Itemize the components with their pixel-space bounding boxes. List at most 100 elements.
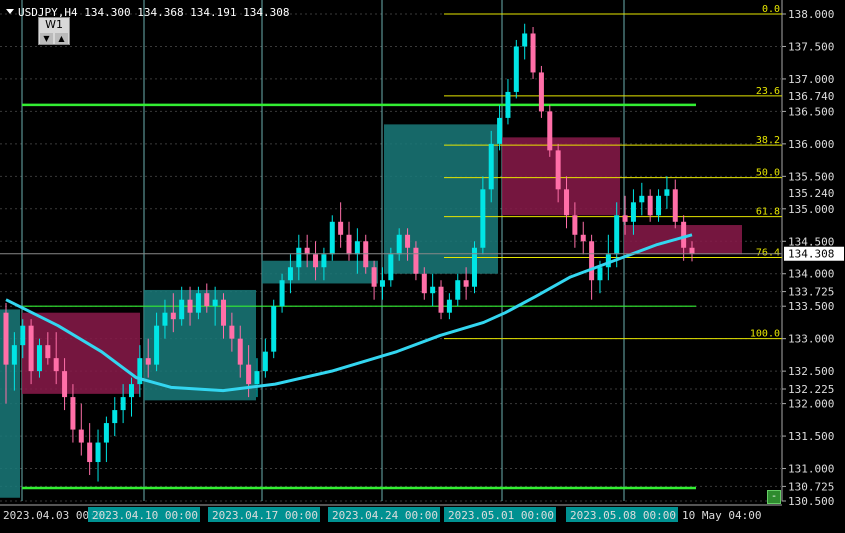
- price-tick-label: 131.000: [788, 463, 834, 476]
- candle-body: [614, 215, 620, 255]
- candle-body: [413, 247, 419, 274]
- candle-body: [204, 293, 210, 307]
- zone-rectangle: [262, 260, 378, 284]
- candle-body: [221, 299, 227, 326]
- zone-rectangle: [0, 309, 20, 498]
- price-tick-label: 134.500: [788, 235, 834, 248]
- candle-body: [262, 351, 268, 372]
- candle-body: [672, 189, 678, 222]
- fib-level-label: 76.4: [756, 248, 780, 259]
- candle-body: [212, 299, 218, 307]
- fib-level-label: 61.8: [756, 207, 780, 218]
- price-tick-label: 135.000: [788, 203, 834, 216]
- candle-body: [179, 299, 185, 320]
- candle-body: [170, 312, 176, 320]
- arrow-up-icon[interactable]: ▲: [55, 33, 68, 44]
- candle-body: [187, 299, 193, 313]
- candle-body: [120, 397, 126, 411]
- candle-body: [446, 299, 452, 313]
- price-tick-label: 136.000: [788, 138, 834, 151]
- candle-body: [279, 280, 285, 307]
- candle-body: [622, 215, 628, 222]
- candle-body: [246, 364, 252, 385]
- candle-body: [53, 358, 59, 372]
- candle-body: [36, 345, 42, 372]
- fib-level-label: 23.6: [756, 86, 780, 97]
- candle-body: [681, 221, 687, 248]
- candle-body: [689, 247, 695, 254]
- price-tick-label: 133.725: [788, 286, 834, 299]
- fib-level-label: 100.0: [750, 329, 780, 340]
- candle-body: [639, 195, 645, 203]
- candle-body: [112, 410, 118, 424]
- candle-body: [497, 117, 503, 144]
- price-tick-label: 135.500: [788, 170, 834, 183]
- candle-body: [145, 358, 151, 365]
- price-tick-label: 132.500: [788, 365, 834, 378]
- fib-level-label: 50.0: [756, 168, 780, 179]
- candle-body: [28, 325, 34, 372]
- price-tick-label: 137.500: [788, 40, 834, 53]
- candle-body: [62, 371, 68, 398]
- candle-body: [656, 195, 662, 216]
- time-tick-label: 2023.04.10 00:00: [92, 509, 198, 522]
- candle-body: [254, 371, 260, 385]
- price-tick-label: 132.225: [788, 383, 834, 396]
- candle-body: [11, 345, 17, 365]
- candle-body: [321, 254, 327, 268]
- candle-body: [363, 241, 369, 268]
- candle-body: [287, 267, 293, 281]
- candle-body: [421, 273, 427, 294]
- candle-body: [647, 195, 653, 216]
- candle-body: [430, 286, 436, 294]
- candle-body: [3, 312, 9, 365]
- candle-body: [154, 325, 160, 365]
- candle-body: [547, 111, 553, 151]
- timeframe-label: W1: [45, 18, 63, 31]
- candle-body: [505, 91, 511, 118]
- candle-body: [572, 215, 578, 235]
- price-tick-label: 134.000: [788, 268, 834, 281]
- candle-body: [103, 423, 109, 443]
- candle-body: [564, 189, 570, 216]
- candle-body: [463, 280, 469, 287]
- candle-body: [538, 72, 544, 112]
- candle-body: [405, 234, 411, 248]
- candle-body: [664, 189, 670, 196]
- candle-body: [329, 221, 335, 255]
- candle-body: [95, 442, 101, 463]
- time-tick-label: 2023.04.24 00:00: [332, 509, 438, 522]
- candle-body: [338, 221, 344, 235]
- current-price-label: 134.308: [788, 248, 834, 261]
- arrow-down-icon[interactable]: ▼: [40, 33, 53, 44]
- price-tick-label: 131.500: [788, 430, 834, 443]
- candle-body: [630, 202, 636, 222]
- price-marker-label: 135.240: [788, 187, 834, 200]
- time-tick-label: 2023.05.01 00:00: [448, 509, 554, 522]
- price-tick-label: 133.500: [788, 300, 834, 313]
- candle-body: [480, 189, 486, 248]
- candle-body: [455, 280, 461, 300]
- candle-body: [162, 312, 168, 326]
- candle-body: [271, 306, 277, 352]
- candle-body: [354, 241, 360, 255]
- candle-body: [346, 234, 352, 255]
- chart: 0.0 23.6 38.2 50.0 61.8 76.4 100.0 USDJPY,H4 13…: [0, 0, 845, 529]
- minimize-button[interactable]: -: [767, 490, 781, 504]
- timeframe-button[interactable]: W1 ▼ ▲: [38, 17, 70, 45]
- candle-body: [237, 338, 243, 365]
- candle-body: [580, 234, 586, 242]
- candle-body: [438, 286, 444, 313]
- candle-body: [522, 33, 528, 47]
- price-tick-label: 137.000: [788, 73, 834, 86]
- candle-body: [70, 397, 76, 430]
- candle-body: [128, 384, 134, 398]
- price-tick-label: 133.000: [788, 333, 834, 346]
- time-tick-label: 2023.04.17 00:00: [212, 509, 318, 522]
- price-tick-label: 130.500: [788, 495, 834, 508]
- candle-body: [396, 234, 402, 255]
- candle-body: [530, 33, 536, 73]
- candle-body: [87, 442, 93, 463]
- candle-body: [379, 280, 385, 287]
- price-tick-label: 132.000: [788, 398, 834, 411]
